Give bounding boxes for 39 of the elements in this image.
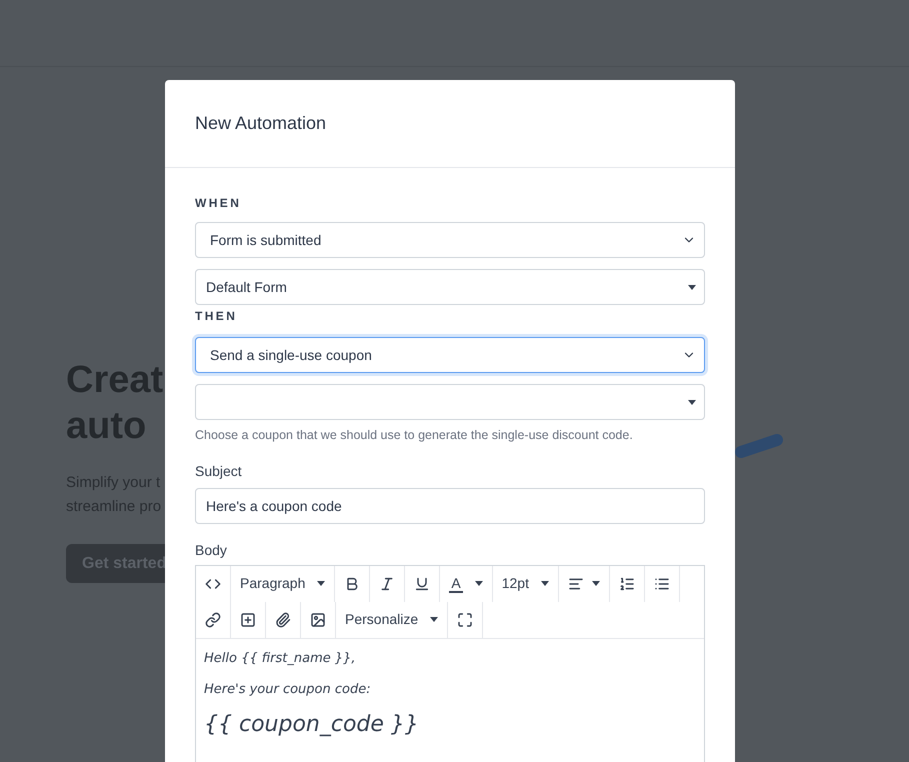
editor-body[interactable]: Hello {{ first_name }}, Here's your coupon code: {{ coupon_code }}: [196, 638, 704, 738]
numbered-list-icon: [618, 576, 635, 592]
align-left-icon: [568, 576, 584, 592]
paperclip-icon: [275, 612, 291, 628]
image-icon: [310, 612, 326, 628]
section-label: WHEN: [195, 195, 242, 212]
caret-icon: [474, 581, 483, 586]
modal-title: New Automation: [195, 112, 326, 135]
caret-icon: [430, 617, 438, 622]
subject-field[interactable]: Here's a coupon code: [195, 488, 705, 524]
caret-icon: [688, 284, 696, 290]
editor-paragraph: Hello {{ first_name }},: [204, 650, 357, 668]
caret-icon: [540, 581, 549, 586]
help-text: Choose a coupon that we should use to generate the single-use discount code.: [195, 427, 634, 444]
select-value: Send a single-use coupon: [210, 346, 373, 365]
toolbar-dropdown[interactable]: 12pt: [492, 566, 559, 602]
toolbar-dropdown[interactable]: Personalize: [336, 602, 448, 638]
plus-square-icon: [240, 612, 256, 628]
select-value: Form is submitted: [210, 230, 322, 250]
field-label: Body: [195, 540, 228, 560]
select-field[interactable]: Send a single-use coupon: [195, 337, 705, 373]
caret-icon: [317, 581, 326, 586]
field-label: Subject: [195, 462, 243, 481]
editor-heading: {{ coupon_code }}: [204, 712, 420, 738]
toolbar-dropdown[interactable]: Paragraph: [231, 566, 336, 602]
bullet-list-icon: [654, 576, 670, 592]
select-field[interactable]: [195, 384, 705, 420]
section-label: THEN: [195, 308, 238, 325]
italic-icon: [379, 576, 396, 592]
fullscreen-icon: [457, 612, 474, 628]
underline-icon: [414, 576, 430, 592]
text-color-button[interactable]: A: [440, 566, 493, 602]
select-field[interactable]: Default Form: [195, 269, 705, 305]
select-field[interactable]: Form is submitted: [195, 222, 705, 258]
caret-icon: [592, 581, 600, 586]
editor-paragraph: Here's your coupon code:: [204, 681, 372, 700]
select-value: Default Form: [206, 278, 288, 296]
caret-icon: [688, 400, 696, 404]
link-icon: [205, 612, 221, 628]
